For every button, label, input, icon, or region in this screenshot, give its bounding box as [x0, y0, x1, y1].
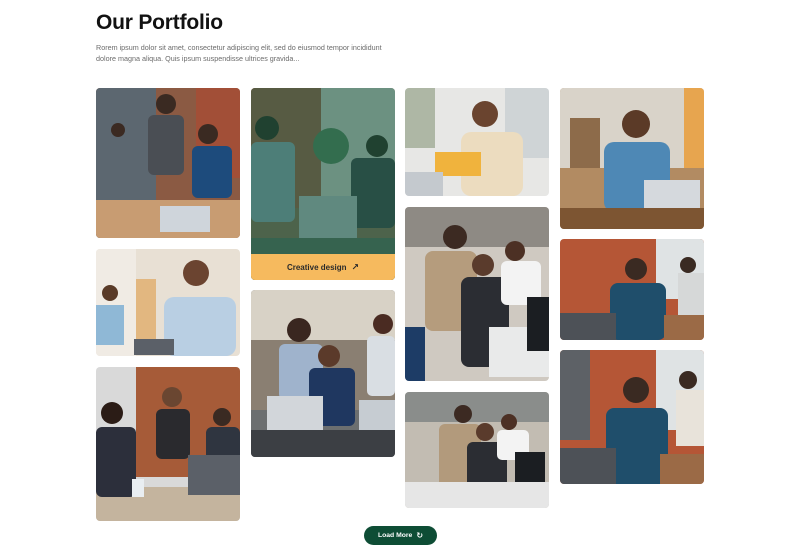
portfolio-image-10[interactable] [560, 239, 704, 340]
portfolio-image-5[interactable] [251, 290, 395, 457]
featured-caption-bar[interactable]: Creative design ↗ [251, 254, 395, 280]
portfolio-image-9[interactable] [560, 88, 704, 229]
portfolio-image-3[interactable] [405, 88, 549, 196]
load-more-button[interactable]: Load More ↻ [364, 526, 437, 545]
load-more-label: Load More [377, 532, 413, 539]
featured-caption-label: Creative design [286, 262, 347, 272]
portfolio-image-6[interactable] [405, 207, 549, 381]
portfolio-image-4[interactable] [96, 249, 240, 356]
refresh-icon: ↻ [416, 531, 424, 540]
page-title: Our Portfolio [96, 11, 223, 34]
portfolio-image-8[interactable] [405, 392, 549, 508]
image-green-overlay [251, 88, 395, 280]
portfolio-image-11[interactable] [560, 350, 704, 484]
arrow-up-right-icon: ↗ [351, 261, 360, 272]
portfolio-image-7[interactable] [96, 367, 240, 521]
page-description: Rorem ipsum dolor sit amet, consectetur … [96, 43, 382, 63]
portfolio-image-2-featured[interactable] [251, 88, 395, 280]
portfolio-image-1[interactable] [96, 88, 240, 238]
